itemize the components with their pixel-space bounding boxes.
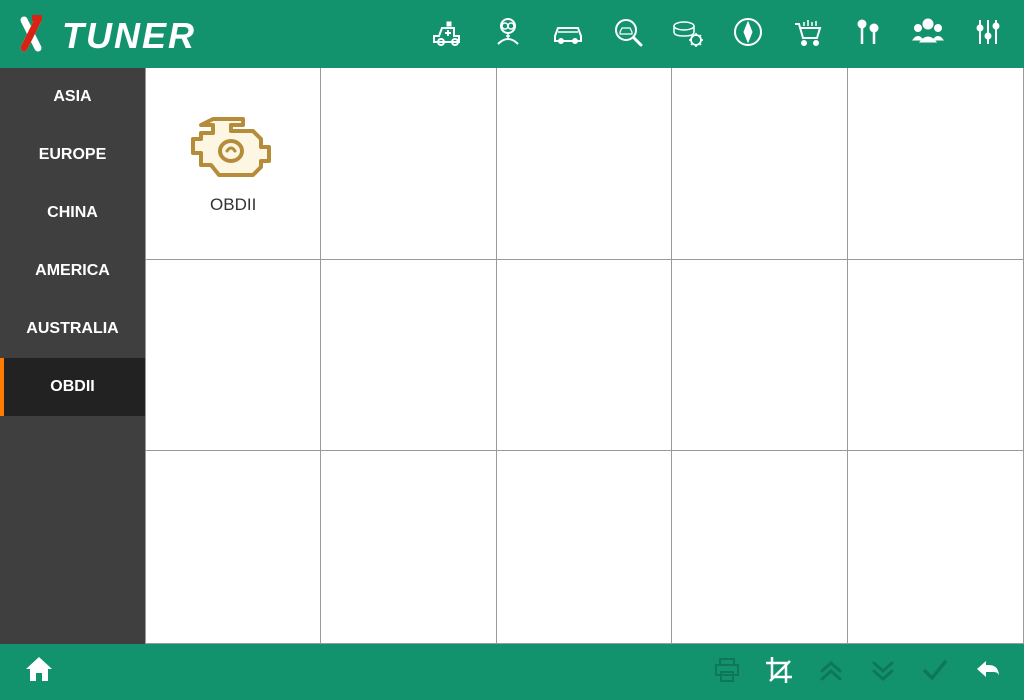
sidebar-item-label: CHINA bbox=[47, 204, 98, 222]
grid-cell-obdii[interactable]: OBDII bbox=[146, 68, 321, 260]
grid-cell-empty[interactable] bbox=[497, 451, 672, 643]
up-icon[interactable] bbox=[816, 655, 846, 690]
sidebar: ASIA EUROPE CHINA AMERICA AUSTRALIA OBDI… bbox=[0, 68, 145, 644]
sidebar-item-label: OBDII bbox=[50, 378, 94, 396]
grid-cell-empty[interactable] bbox=[848, 451, 1023, 643]
sidebar-item-america[interactable]: AMERICA bbox=[0, 242, 145, 300]
check-icon[interactable] bbox=[920, 655, 950, 690]
grid-cell-empty[interactable] bbox=[672, 451, 847, 643]
sidebar-item-label: AMERICA bbox=[35, 262, 110, 280]
sidebar-item-asia[interactable]: ASIA bbox=[0, 68, 145, 126]
back-icon[interactable] bbox=[972, 655, 1002, 690]
cart-icon[interactable] bbox=[790, 14, 826, 55]
grid-cell-empty[interactable] bbox=[146, 260, 321, 452]
print-icon[interactable] bbox=[712, 655, 742, 690]
sidebar-item-china[interactable]: CHINA bbox=[0, 184, 145, 242]
grid-cell-empty[interactable] bbox=[146, 451, 321, 643]
cell-label: OBDII bbox=[210, 195, 256, 215]
people-icon[interactable] bbox=[910, 14, 946, 55]
sidebar-item-label: EUROPE bbox=[39, 146, 107, 164]
grid-cell-empty[interactable] bbox=[321, 68, 496, 260]
brand-logo: TUNER bbox=[18, 12, 196, 57]
grid-cell-empty[interactable] bbox=[321, 260, 496, 452]
grid-cell-empty[interactable] bbox=[672, 68, 847, 260]
header-toolbar bbox=[430, 14, 1006, 55]
grid-cell-empty[interactable] bbox=[848, 260, 1023, 452]
doctor-icon[interactable] bbox=[490, 14, 526, 55]
sidebar-item-label: AUSTRALIA bbox=[26, 320, 118, 338]
grid-cell-empty[interactable] bbox=[497, 260, 672, 452]
grid-cell-empty[interactable] bbox=[848, 68, 1023, 260]
crop-icon[interactable] bbox=[764, 655, 794, 690]
grid-cell-empty[interactable] bbox=[672, 260, 847, 452]
brand-text: TUNER bbox=[62, 15, 196, 56]
car-search-icon[interactable] bbox=[610, 14, 646, 55]
body: ASIA EUROPE CHINA AMERICA AUSTRALIA OBDI… bbox=[0, 68, 1024, 644]
car-icon[interactable] bbox=[550, 14, 586, 55]
home-icon[interactable] bbox=[22, 653, 56, 692]
down-icon[interactable] bbox=[868, 655, 898, 690]
compass-icon[interactable] bbox=[730, 14, 766, 55]
footer bbox=[0, 644, 1024, 700]
engine-icon bbox=[183, 111, 283, 181]
vehicle-grid: OBDII bbox=[145, 68, 1024, 644]
sidebar-item-label: ASIA bbox=[53, 88, 91, 106]
sidebar-item-australia[interactable]: AUSTRALIA bbox=[0, 300, 145, 358]
grid-cell-empty[interactable] bbox=[497, 68, 672, 260]
ambulance-icon[interactable] bbox=[430, 14, 466, 55]
coin-gear-icon[interactable] bbox=[670, 14, 706, 55]
sidebar-item-obdii[interactable]: OBDII bbox=[0, 358, 145, 416]
grid-cell-empty[interactable] bbox=[321, 451, 496, 643]
mic-icon[interactable] bbox=[850, 14, 886, 55]
sidebar-item-europe[interactable]: EUROPE bbox=[0, 126, 145, 184]
sliders-icon[interactable] bbox=[970, 14, 1006, 55]
header: TUNER bbox=[0, 0, 1024, 68]
